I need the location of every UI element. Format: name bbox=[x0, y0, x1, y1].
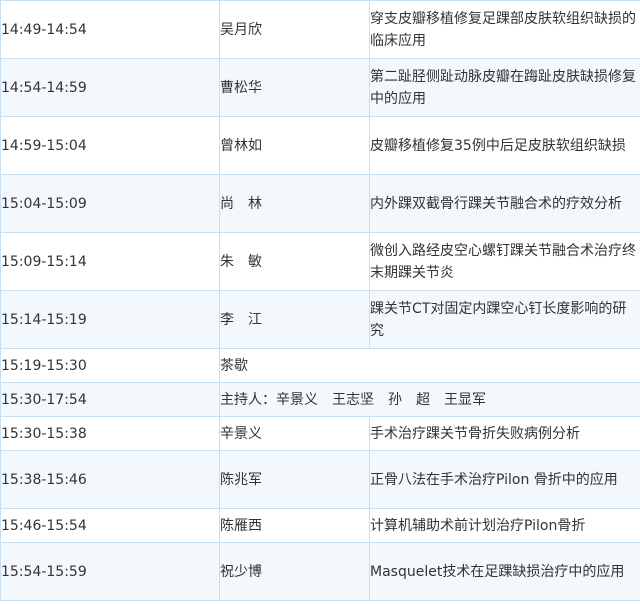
speaker-cell: 尚 林 bbox=[219, 174, 370, 233]
table-row: 15:38-15:46 陈兆军 正骨八法在手术治疗Pilon 骨折中的应用 bbox=[0, 450, 640, 509]
topic-cell: 踝关节CT对固定内踝空心钉长度影响的研究 bbox=[369, 290, 640, 349]
topic-cell: 手术治疗踝关节骨折失败病例分析 bbox=[369, 416, 640, 451]
time-cell: 14:54-14:59 bbox=[0, 58, 220, 117]
time-cell: 15:30-15:38 bbox=[0, 416, 220, 451]
topic-cell: 计算机辅助术前计划治疗Pilon骨折 bbox=[369, 508, 640, 543]
schedule-table: 14:49-14:54 吴月欣 穿支皮瓣移植修复足踝部皮肤软组织缺损的临床应用 … bbox=[0, 0, 640, 601]
table-row: 15:46-15:54 陈雁西 计算机辅助术前计划治疗Pilon骨折 bbox=[0, 508, 640, 543]
time-cell: 15:54-15:59 bbox=[0, 542, 220, 601]
topic-cell: 正骨八法在手术治疗Pilon 骨折中的应用 bbox=[369, 450, 640, 509]
time-cell: 15:46-15:54 bbox=[0, 508, 220, 543]
speaker-cell: 陈雁西 bbox=[219, 508, 370, 543]
time-cell: 14:49-14:54 bbox=[0, 0, 220, 59]
table-row: 15:04-15:09 尚 林 内外踝双截骨行踝关节融合术的疗效分析 bbox=[0, 174, 640, 233]
speaker-cell: 李 江 bbox=[219, 290, 370, 349]
topic-cell: 皮瓣移植修复35例中后足皮肤软组织缺损 bbox=[369, 116, 640, 175]
speaker-cell: 朱 敏 bbox=[219, 232, 370, 291]
time-cell: 15:09-15:14 bbox=[0, 232, 220, 291]
time-cell: 15:38-15:46 bbox=[0, 450, 220, 509]
topic-cell: 穿支皮瓣移植修复足踝部皮肤软组织缺损的临床应用 bbox=[369, 0, 640, 59]
time-cell: 15:19-15:30 bbox=[0, 348, 220, 383]
topic-cell: 内外踝双截骨行踝关节融合术的疗效分析 bbox=[369, 174, 640, 233]
table-row: 15:30-17:54 主持人：辛景义 王志坚 孙 超 王显军 bbox=[0, 382, 640, 417]
speaker-cell: 吴月欣 bbox=[219, 0, 370, 59]
topic-cell: 第二趾胫侧趾动脉皮瓣在踇趾皮肤缺损修复中的应用 bbox=[369, 58, 640, 117]
time-cell: 14:59-15:04 bbox=[0, 116, 220, 175]
table-row: 14:59-15:04 曾林如 皮瓣移植修复35例中后足皮肤软组织缺损 bbox=[0, 116, 640, 175]
moderators-cell: 主持人：辛景义 王志坚 孙 超 王显军 bbox=[219, 382, 640, 417]
time-cell: 15:14-15:19 bbox=[0, 290, 220, 349]
topic-cell: 微创入路经皮空心螺钉踝关节融合术治疗终末期踝关节炎 bbox=[369, 232, 640, 291]
table-row: 14:49-14:54 吴月欣 穿支皮瓣移植修复足踝部皮肤软组织缺损的临床应用 bbox=[0, 0, 640, 59]
time-cell: 15:30-17:54 bbox=[0, 382, 220, 417]
break-cell: 茶歇 bbox=[219, 348, 640, 383]
table-row: 15:19-15:30 茶歇 bbox=[0, 348, 640, 383]
table-row: 15:54-15:59 祝少博 Masquelet技术在足踝缺损治疗中的应用 bbox=[0, 542, 640, 601]
table-row: 15:30-15:38 辛景义 手术治疗踝关节骨折失败病例分析 bbox=[0, 416, 640, 451]
speaker-cell: 辛景义 bbox=[219, 416, 370, 451]
speaker-cell: 曹松华 bbox=[219, 58, 370, 117]
speaker-cell: 祝少博 bbox=[219, 542, 370, 601]
speaker-cell: 陈兆军 bbox=[219, 450, 370, 509]
table-row: 15:09-15:14 朱 敏 微创入路经皮空心螺钉踝关节融合术治疗终末期踝关节… bbox=[0, 232, 640, 291]
topic-cell: Masquelet技术在足踝缺损治疗中的应用 bbox=[369, 542, 640, 601]
table-row: 14:54-14:59 曹松华 第二趾胫侧趾动脉皮瓣在踇趾皮肤缺损修复中的应用 bbox=[0, 58, 640, 117]
speaker-cell: 曾林如 bbox=[219, 116, 370, 175]
table-row: 15:14-15:19 李 江 踝关节CT对固定内踝空心钉长度影响的研究 bbox=[0, 290, 640, 349]
time-cell: 15:04-15:09 bbox=[0, 174, 220, 233]
